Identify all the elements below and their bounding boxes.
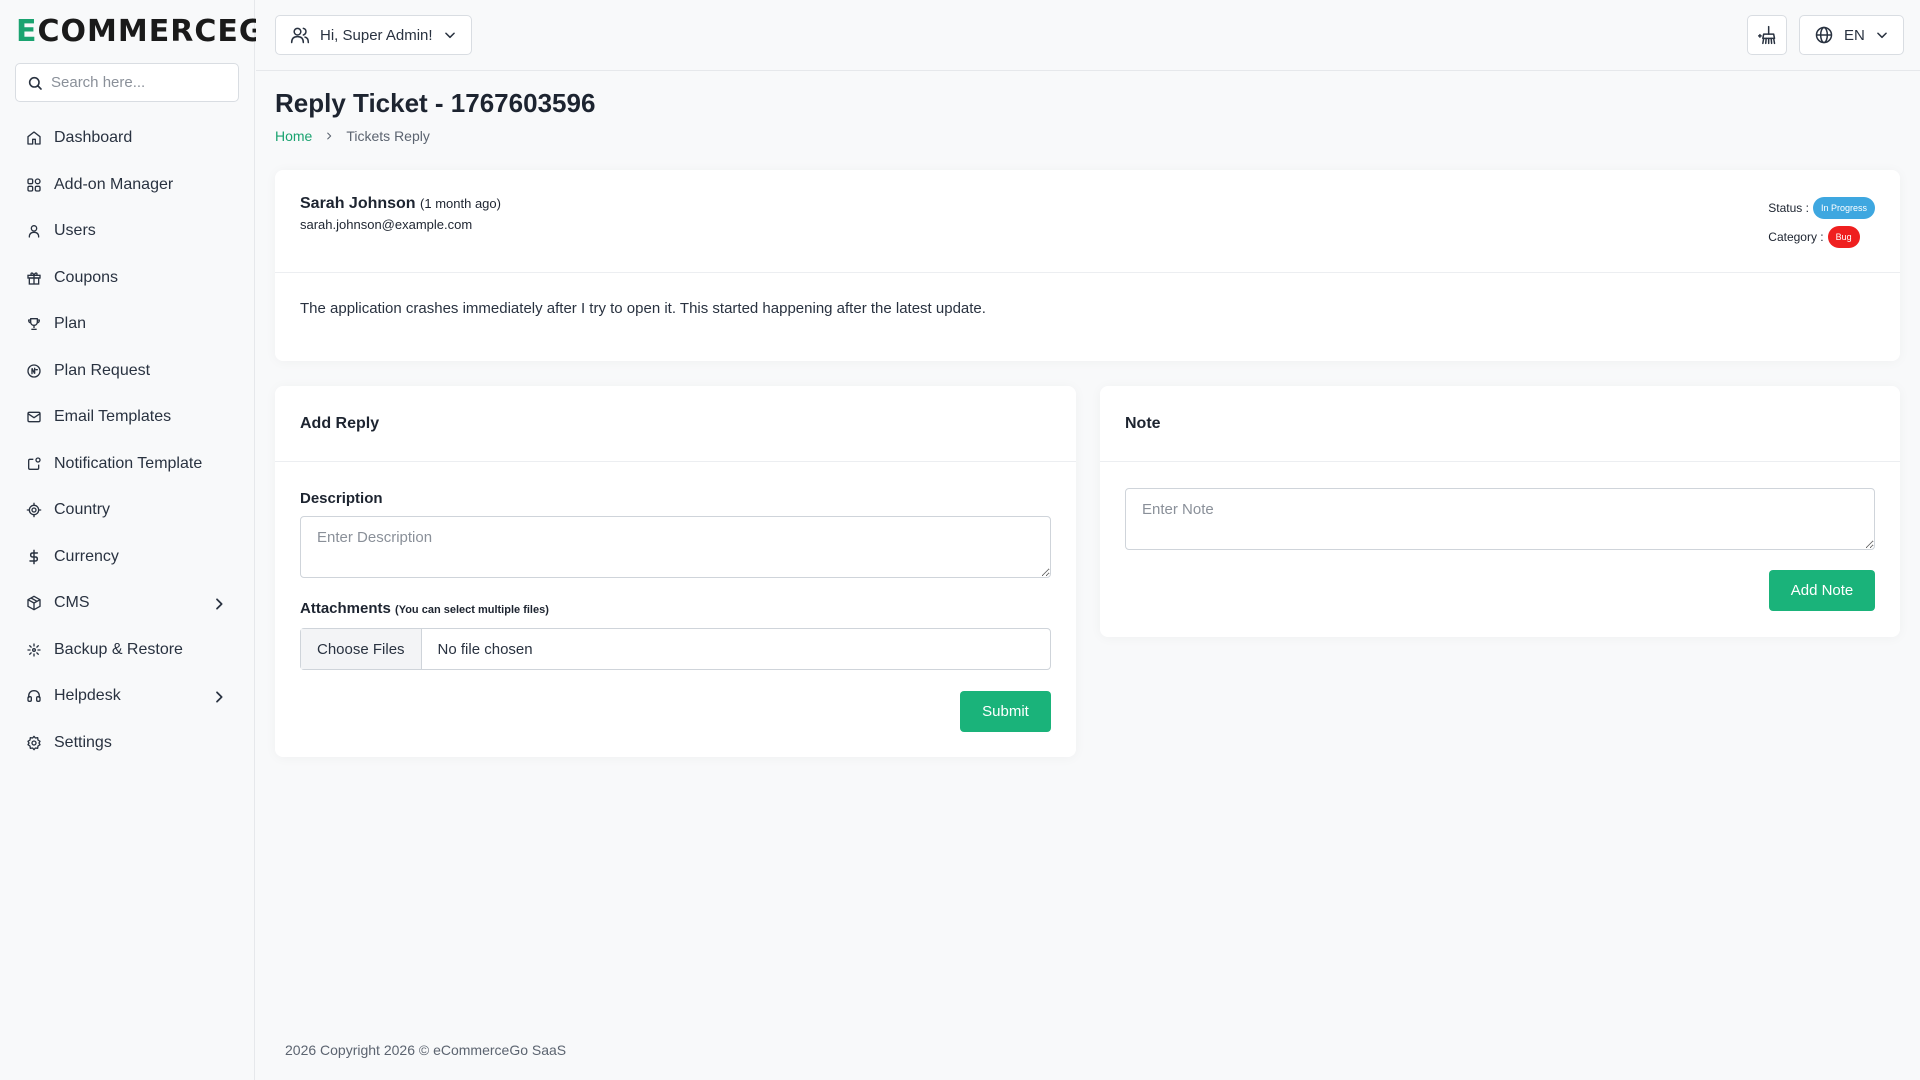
note-title: Note: [1100, 386, 1900, 462]
ticket-header: Sarah Johnson (1 month ago) sarah.johnso…: [275, 170, 1900, 273]
sidebar-item-label: Currency: [54, 547, 119, 565]
category-label: Category :: [1768, 230, 1824, 244]
sidebar-item-currency[interactable]: Currency: [0, 534, 255, 581]
ticket-author-name: Sarah Johnson: [300, 195, 416, 212]
backup-icon: [27, 643, 41, 657]
ticket-author-email: sarah.johnson@example.com: [300, 217, 473, 232]
home-icon: [27, 131, 41, 145]
add-reply-card: Add Reply Description Attachments (You c…: [275, 386, 1076, 757]
sidebar-item-dashboard[interactable]: Dashboard: [0, 115, 255, 162]
add-reply-title: Add Reply: [275, 386, 1076, 462]
dollar-icon: [29, 549, 39, 565]
sidebar-item-country[interactable]: Country: [0, 487, 255, 534]
badge-icon: [27, 364, 41, 378]
chevron-right-icon: [327, 132, 332, 140]
sidebar-item-helpdesk[interactable]: Helpdesk: [0, 673, 255, 720]
brand-logo[interactable]: ECOMMERCEGO: [16, 14, 291, 49]
gift-icon: [27, 272, 41, 285]
sidebar-item-label: Email Templates: [54, 408, 172, 426]
breadcrumb-current: Tickets Reply: [346, 128, 430, 144]
sidebar-item-label: Notification Template: [54, 454, 203, 472]
attachments-hint: (You can select multiple files): [395, 604, 549, 616]
sidebar-item-label: Helpdesk: [54, 687, 121, 705]
globe-icon: [1815, 26, 1833, 44]
sidebar-item-label: Backup & Restore: [54, 640, 183, 658]
description-textarea[interactable]: [300, 516, 1051, 578]
user-menu-button[interactable]: Hi, Super Admin!: [275, 15, 472, 55]
search-input[interactable]: [51, 74, 221, 91]
description-label: Description: [300, 490, 383, 507]
sidebar-item-email-templates[interactable]: Email Templates: [0, 394, 255, 441]
breadcrumb: Home Tickets Reply: [275, 128, 430, 144]
choose-files-button[interactable]: Choose Files: [301, 629, 422, 669]
file-status: No file chosen: [437, 640, 533, 658]
sidebar-item-label: Plan Request: [54, 361, 151, 379]
chevron-down-icon: [444, 32, 455, 39]
sidebar-item-label: Settings: [54, 733, 112, 751]
sidebar-item-label: Plan: [54, 315, 87, 333]
mail-icon: [27, 411, 41, 423]
sidebar-item-backup-restore[interactable]: Backup & Restore: [0, 627, 255, 674]
footer-copyright: 2026 Copyright 2026 © eCommerceGo SaaS: [285, 1042, 567, 1058]
status-badge: In Progress: [1812, 197, 1875, 219]
note-card: Note Add Note: [1100, 386, 1900, 637]
user-icon: [28, 225, 40, 238]
broom-icon: [1757, 25, 1776, 45]
sidebar-item-plan-request[interactable]: Plan Request: [0, 348, 255, 395]
sidebar-item-coupons[interactable]: Coupons: [0, 255, 255, 302]
category-badge: Bug: [1827, 226, 1860, 248]
sidebar: ECOMMERCEGO Dashboard Add-on Manager Use…: [0, 0, 290, 1080]
grid-icon: [27, 178, 41, 192]
chevron-right-icon: [216, 598, 223, 610]
attachments-label: Attachments (You can select multiple fil…: [300, 600, 549, 617]
status-label: Status :: [1768, 201, 1809, 215]
sidebar-item-users[interactable]: Users: [0, 208, 255, 255]
headset-icon: [27, 690, 41, 703]
ticket-meta: Status : In Progress Category : Bug: [1768, 195, 1875, 253]
trophy-icon: [28, 318, 40, 331]
sidebar-item-label: Users: [54, 222, 96, 240]
notification-icon: [28, 457, 41, 470]
page-title: Reply Ticket - 1767603596: [275, 88, 596, 118]
sidebar-item-cms[interactable]: CMS: [0, 580, 255, 627]
target-icon: [26, 502, 42, 518]
add-note-button[interactable]: Add Note: [1769, 570, 1875, 611]
attachments-file-input[interactable]: Choose Files No file chosen: [300, 628, 1051, 670]
box-icon: [27, 595, 41, 611]
gear-icon: [27, 735, 41, 751]
users-icon: [290, 27, 310, 44]
top-header: Hi, Super Admin! EN: [256, 0, 1920, 71]
language-code: EN: [1844, 26, 1865, 44]
sidebar-item-label: Country: [54, 501, 111, 519]
chevron-right-icon: [216, 691, 223, 703]
sidebar-item-label: Coupons: [54, 268, 119, 286]
sidebar-item-plan[interactable]: Plan: [0, 301, 255, 348]
sidebar-search: [15, 63, 239, 102]
sidebar-item-settings[interactable]: Settings: [0, 720, 255, 767]
ticket-card: Sarah Johnson (1 month ago) sarah.johnso…: [275, 170, 1900, 361]
cache-clear-button[interactable]: [1747, 15, 1787, 55]
sidebar-item-label: Dashboard: [54, 129, 133, 147]
ticket-author: Sarah Johnson (1 month ago): [300, 195, 501, 213]
ticket-time-ago: (1 month ago): [420, 196, 501, 211]
search-icon: [28, 76, 42, 90]
sidebar-item-label: CMS: [54, 594, 90, 612]
breadcrumb-home-link[interactable]: Home: [275, 128, 312, 144]
sidebar-item-label: Add-on Manager: [54, 175, 174, 193]
user-greeting: Hi, Super Admin!: [320, 26, 433, 44]
sidebar-nav: Dashboard Add-on Manager Users Coupons P…: [0, 115, 255, 766]
ticket-description: The application crashes immediately afte…: [300, 300, 986, 317]
note-textarea[interactable]: [1125, 488, 1875, 550]
submit-button[interactable]: Submit: [960, 691, 1051, 732]
sidebar-item-add-on-manager[interactable]: Add-on Manager: [0, 162, 255, 209]
chevron-down-icon: [1877, 32, 1887, 39]
language-selector[interactable]: EN: [1799, 15, 1904, 55]
sidebar-item-notification-template[interactable]: Notification Template: [0, 441, 255, 488]
